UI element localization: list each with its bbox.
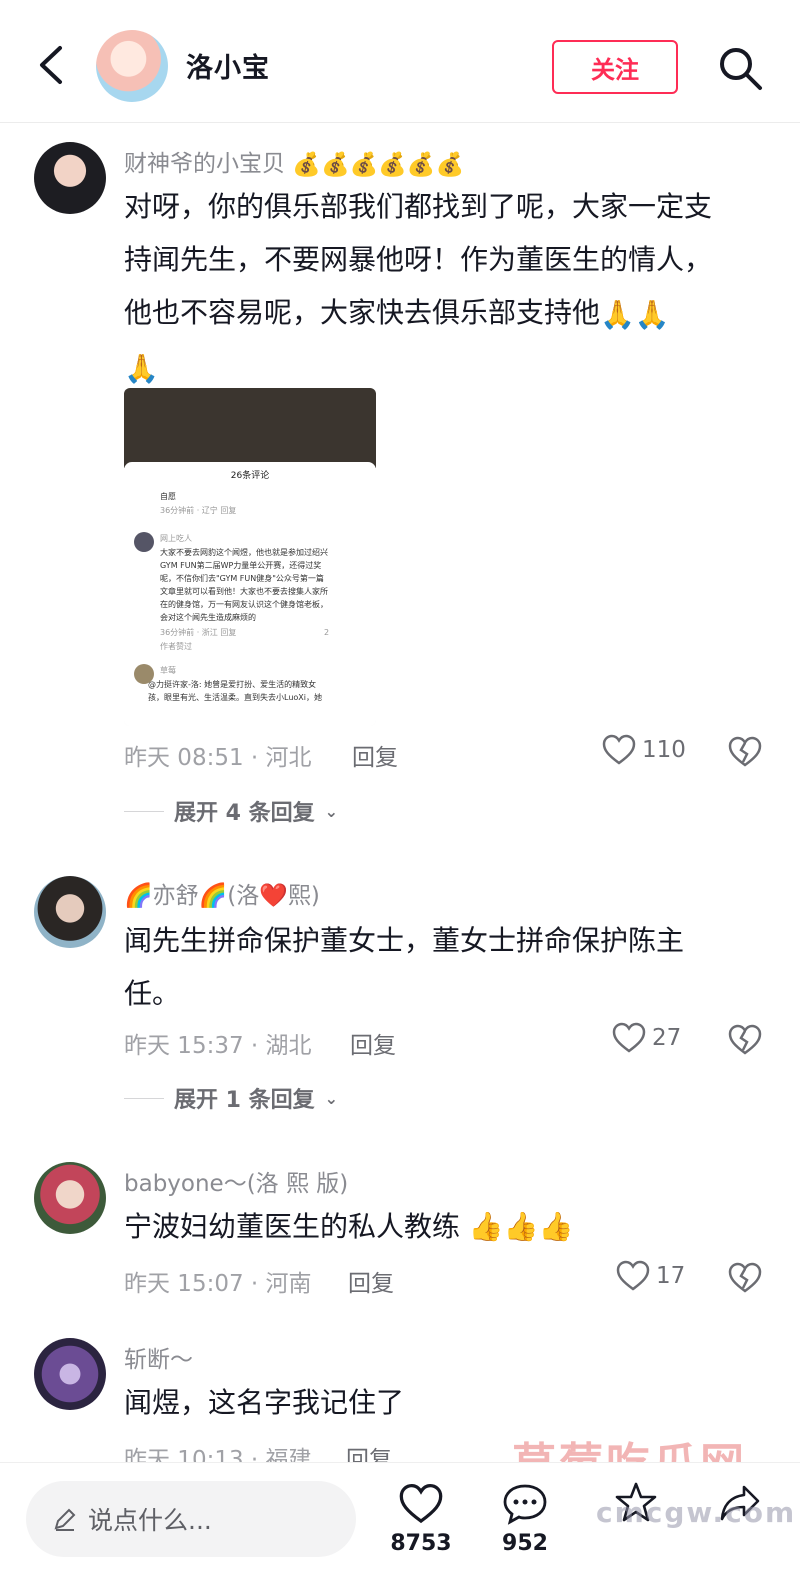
avatar[interactable]: [34, 1162, 106, 1234]
embed-meta: 36分钟前 · 辽宁 回复: [160, 506, 237, 515]
like-count: 110: [642, 737, 686, 763]
like-count: 8753: [390, 1531, 452, 1556]
money-bag-icon: 💰💰💰💰💰💰: [292, 152, 465, 178]
profile-avatar[interactable]: [96, 30, 168, 102]
avatar[interactable]: [34, 876, 106, 948]
avatar[interactable]: [34, 142, 106, 214]
chevron-down-icon: ⌄: [324, 1088, 339, 1108]
username: babyone～(洛 熙 版): [124, 1171, 349, 1197]
broken-heart-icon[interactable]: [728, 736, 762, 768]
top-bar: 洛小宝 关注: [0, 0, 800, 123]
back-arrow-icon[interactable]: [30, 40, 74, 90]
reply-button[interactable]: 回复: [350, 1026, 396, 1060]
embed-line: 会对这个闻先生造成麻烦的: [160, 613, 256, 622]
expand-label: 展开 4 条回复: [174, 801, 315, 826]
username-text: 亦舒: [152, 883, 199, 909]
comment-text: 宁波妇幼董医生的私人教练 👍👍👍: [124, 1200, 764, 1253]
embed-author-tag: 作者赞过: [160, 642, 192, 651]
image-sheet: 26条评论 自愿 36分钟前 · 辽宁 回复 网上吃人 大家不要去网豹这个闻煜，…: [124, 462, 376, 726]
embed-avatar: [134, 532, 154, 552]
comment-text: 闻先生拼命保护董女士，董女士拼命保护陈主 任。: [124, 914, 764, 1020]
embed-user: 自愿: [160, 492, 176, 501]
pray-icon: 🙏: [124, 352, 159, 385]
rainbow-icon: 🌈: [124, 883, 153, 909]
broken-heart-icon[interactable]: [728, 1024, 762, 1056]
comment-line-text: 宁波妇幼董医生的私人教练: [124, 1210, 461, 1243]
like-button[interactable]: 27: [612, 1022, 681, 1054]
reply-button[interactable]: 回复: [352, 738, 398, 772]
username: 财神爷的小宝贝 💰💰💰💰💰💰: [124, 144, 464, 178]
page-title: 洛小宝: [186, 53, 270, 84]
heart-icon[interactable]: [398, 1483, 444, 1525]
comment-line: 对呀，你的俱乐部我们都找到了呢，大家一定支: [124, 190, 713, 223]
comment-line: 宁波妇幼董医生的私人教练 👍👍👍: [124, 1200, 764, 1253]
broken-heart-icon[interactable]: [728, 1262, 762, 1294]
comment-text: 闻煜，这名字我记住了: [124, 1376, 764, 1429]
like-count: 17: [656, 1263, 686, 1289]
comment-count: 952: [502, 1531, 548, 1556]
embed-line: GYM FUN第二届WP力量单公开赛，还得过奖: [160, 561, 322, 570]
image-header: [124, 388, 376, 468]
embed-line: 呢，不信你们去"GYM FUN健身"公众号第一篇: [160, 574, 324, 583]
expand-label: 展开 1 条回复: [174, 1088, 315, 1113]
expand-replies[interactable]: 展开 1 条回复 ⌄: [124, 1082, 338, 1114]
comment-line: 闻煜，这名字我记住了: [124, 1386, 405, 1419]
thumbs-up-icon: 👍👍👍: [468, 1210, 574, 1243]
comment-text: 对呀，你的俱乐部我们都找到了呢，大家一定支 持闻先生，不要网暴他呀！作为董医生的…: [124, 180, 764, 395]
comment-line: 闻先生拼命保护董女士，董女士拼命保护陈主: [124, 924, 685, 957]
comment-line: 持闻先生，不要网暴他呀！作为董医生的情人，: [124, 243, 713, 276]
search-icon[interactable]: [716, 44, 764, 92]
embed-line: 文章里就可以看到他！大家也不要去搜集人家所: [160, 587, 328, 596]
comment-line: 任。: [124, 977, 181, 1010]
embed-line: 大家不要去网豹这个闻煜，他也就是参加过绍兴: [160, 548, 328, 557]
embed-line: 孩，眼里有光、生活温柔。直到失去小LuoXi，她: [148, 693, 322, 702]
watermark-sub: cmcgw.com: [596, 1496, 797, 1529]
red-heart-icon: ❤️: [259, 883, 288, 909]
divider: [124, 810, 164, 812]
embed-likes: 2: [324, 628, 330, 637]
username: 🌈亦舒🌈(洛❤️熙): [124, 876, 320, 910]
username: 斩断～: [124, 1347, 193, 1373]
rainbow-icon: 🌈: [198, 883, 228, 909]
comment-line: 他也不容易呢，大家快去俱乐部支持他🙏🙏: [124, 286, 764, 341]
username-text: 财神爷的小宝贝: [124, 151, 285, 177]
heart-icon: [612, 1022, 646, 1053]
comment-icon[interactable]: [502, 1483, 548, 1525]
chevron-down-icon: ⌄: [324, 801, 339, 821]
sheet-title: 26条评论: [230, 471, 270, 481]
avatar[interactable]: [34, 1338, 106, 1410]
expand-replies[interactable]: 展开 4 条回复 ⌄: [124, 795, 338, 827]
comment-line-text: 他也不容易呢，大家快去俱乐部支持他: [124, 296, 601, 329]
embed-meta: 36分钟前 · 浙江 回复: [160, 628, 237, 637]
username-suffix: (洛: [227, 883, 260, 909]
embed-user: 草莓: [160, 666, 176, 675]
follow-button[interactable]: 关注: [552, 40, 678, 94]
divider: [124, 1097, 164, 1099]
username-suffix: 熙): [287, 883, 320, 909]
like-button[interactable]: 110: [602, 734, 686, 766]
reply-button[interactable]: 回复: [348, 1264, 394, 1298]
comment-time: 昨天 15:07 · 河南: [124, 1271, 312, 1297]
comment-input[interactable]: 说点什么...: [26, 1481, 356, 1557]
embed-line: @力挺许家-洛: 她曾是爱打扮、爱生活的精致女: [148, 680, 317, 689]
embed-user: 网上吃人: [160, 534, 192, 543]
pencil-icon: [54, 1508, 76, 1531]
like-count: 27: [652, 1025, 682, 1051]
heart-icon: [602, 734, 636, 765]
embed-line: 在的健身馆，万一有网友认识这个健身馆老板，: [160, 600, 328, 609]
comment-placeholder: 说点什么...: [88, 1506, 212, 1535]
comment-image[interactable]: 26条评论 自愿 36分钟前 · 辽宁 回复 网上吃人 大家不要去网豹这个闻煜，…: [124, 388, 376, 726]
comment-time: 昨天 08:51 · 河北: [124, 745, 312, 771]
comment-time: 昨天 15:37 · 湖北: [124, 1033, 312, 1059]
like-button[interactable]: 17: [616, 1260, 685, 1292]
pray-icon: 🙏🙏: [600, 297, 670, 331]
heart-icon: [616, 1260, 650, 1291]
